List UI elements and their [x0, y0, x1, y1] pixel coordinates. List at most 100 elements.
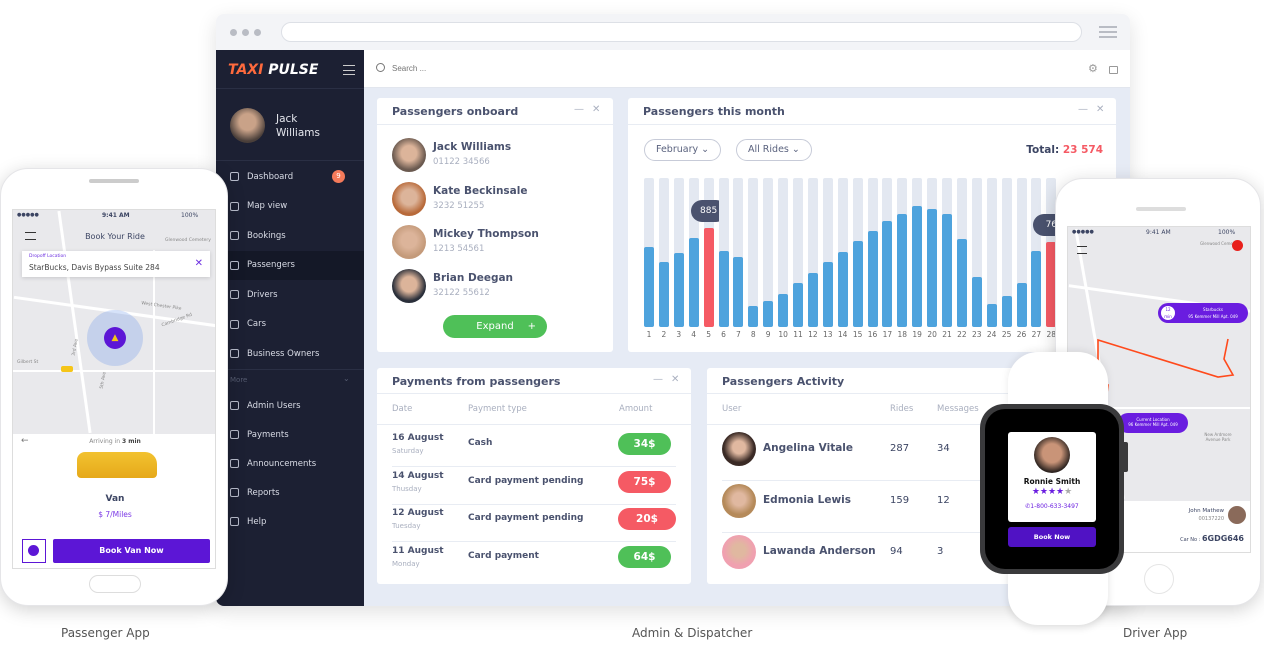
avatar[interactable]	[230, 108, 265, 143]
bar-day-18[interactable]	[897, 213, 908, 327]
bar-day-21[interactable]	[942, 213, 952, 327]
bar-day-24[interactable]	[986, 304, 997, 327]
sidebar-item-payments[interactable]: Payments	[216, 420, 364, 449]
menu-icon[interactable]	[1077, 246, 1087, 254]
address-bar[interactable]	[281, 22, 1082, 42]
column-header: Messages	[937, 404, 979, 414]
bar-day-16[interactable]	[867, 230, 878, 327]
sos-icon[interactable]	[1232, 240, 1243, 251]
street-label: 5th Ave	[99, 371, 108, 390]
bar-day-26[interactable]	[1016, 282, 1027, 327]
sidebar-item-business-owners[interactable]: Business Owners	[216, 339, 364, 368]
bar-day-20[interactable]	[927, 209, 938, 327]
bar-day-11[interactable]	[793, 282, 803, 327]
car-type: Van	[105, 494, 125, 504]
bar-day-17[interactable]	[882, 221, 893, 327]
dropoff-input[interactable]: Dropoff Location StarBucks, Davis Bypass…	[22, 251, 210, 277]
passenger-item[interactable]: Kate Beckinsale 3232 51255	[392, 181, 602, 218]
nav-icon	[230, 172, 239, 181]
panel-title: Passengers onboard	[392, 105, 519, 118]
bar-day-3[interactable]	[673, 252, 684, 327]
window-dot	[254, 29, 261, 36]
notification-badge: 9	[332, 170, 345, 183]
arrival-time: Arriving in 3 min	[89, 438, 141, 445]
search-input[interactable]	[392, 59, 692, 77]
caption-driver-app: Driver App	[1123, 626, 1188, 640]
sidebar-item-bookings[interactable]: Bookings	[216, 221, 364, 250]
battery: 100%	[181, 212, 199, 219]
minimize-icon[interactable]: —	[653, 374, 663, 385]
bar-day-10[interactable]	[778, 293, 789, 327]
current-location-bubble: Current Location 96 Kemmer Mill Apt. 049	[1118, 413, 1188, 433]
amount-badge: 64$	[618, 545, 671, 568]
avatar	[722, 432, 756, 466]
menu-toggle-icon[interactable]	[343, 65, 355, 75]
sidebar-item-map-view[interactable]: Map view	[216, 192, 364, 221]
driver-avatar	[1228, 506, 1246, 524]
bar-day-1[interactable]	[644, 247, 654, 327]
passenger-item[interactable]: Jack Williams 01122 34566	[392, 138, 602, 174]
sidebar-item-help[interactable]: Help	[216, 507, 364, 536]
expand-button[interactable]: Expand +	[443, 315, 547, 338]
bar-day-25[interactable]	[1001, 295, 1012, 327]
book-van-button[interactable]: Book Van Now	[53, 539, 210, 563]
bar-day-7[interactable]	[733, 256, 744, 327]
map[interactable]: ▲ Cambridge Rd West Chester Pike Gilbert…	[13, 210, 215, 434]
user-name: Jack Williams	[276, 113, 320, 139]
sidebar-item-drivers[interactable]: Drivers	[216, 280, 364, 309]
lock-icon[interactable]	[1109, 66, 1118, 74]
bar-day-6[interactable]	[718, 250, 729, 327]
caption-admin: Admin & Dispatcher	[632, 626, 753, 640]
close-icon[interactable]: ✕	[671, 374, 679, 385]
bar-day-9[interactable]	[763, 300, 774, 327]
bar-day-19[interactable]	[912, 205, 923, 327]
payment-row[interactable]: 11 August Monday Card payment 64$	[377, 543, 691, 580]
book-now-button[interactable]: Book Now	[1008, 527, 1096, 547]
column-header: Date	[392, 404, 413, 414]
passenger-app-phone: ▲ Cambridge Rd West Chester Pike Gilbert…	[0, 168, 228, 606]
chevron-down-icon[interactable]: ⌄	[343, 374, 350, 383]
driver-id: 00137220	[1198, 516, 1224, 522]
smartwatch: Ronnie Smith ★★★★★ ✆1-800-633-3497 Book …	[980, 404, 1128, 574]
sidebar-item-cars[interactable]: Cars	[216, 310, 364, 339]
sidebar-item-reports[interactable]: Reports	[216, 478, 364, 507]
sidebar-item-passengers[interactable]: Passengers	[216, 250, 364, 280]
minimize-icon[interactable]: —	[574, 104, 584, 115]
schedule-button[interactable]	[22, 539, 46, 563]
close-icon[interactable]: ✕	[592, 104, 600, 115]
payment-row[interactable]: 12 August Tuesday Card payment pending 20$	[377, 505, 691, 542]
bar-day-22[interactable]	[956, 238, 967, 327]
sidebar-item-admin-users[interactable]: Admin Users	[216, 391, 364, 420]
nav-icon	[230, 290, 239, 299]
passenger-item[interactable]: Mickey Thompson 1213 54561	[392, 225, 602, 261]
clear-icon[interactable]: ✕	[195, 258, 203, 269]
bar-day-14[interactable]	[837, 252, 848, 327]
sidebar-item-announcements[interactable]: Announcements	[216, 449, 364, 478]
sidebar-item-dashboard[interactable]: Dashboard 9	[216, 162, 364, 191]
bar-day-27[interactable]	[1031, 250, 1042, 327]
street-label: Gilbert St	[17, 360, 39, 365]
payment-row[interactable]: 16 August Saturday Cash 34$	[377, 430, 691, 467]
taxi-car-image	[77, 452, 157, 478]
logo: TAXI PULSE	[228, 62, 319, 78]
nav-icon	[230, 231, 239, 240]
bar-day-8[interactable]	[748, 305, 759, 327]
phone-number[interactable]: ✆1-800-633-3497	[1008, 503, 1096, 510]
passenger-item[interactable]: Brian Deegan 32122 55612	[392, 268, 602, 305]
column-header: Rides	[890, 404, 914, 414]
bar-day-23[interactable]	[971, 277, 982, 327]
home-button	[1144, 564, 1174, 594]
bar-day-5[interactable]	[703, 227, 714, 327]
bar-day-12[interactable]	[807, 273, 818, 327]
bar-day-15[interactable]	[852, 241, 863, 327]
bar-day-4[interactable]	[688, 238, 699, 327]
payment-row[interactable]: 14 August Thusday Card payment pending 75$	[377, 468, 691, 505]
driver-avatar	[1034, 437, 1070, 473]
bar-day-13[interactable]	[822, 262, 833, 327]
taxi-icon	[61, 366, 73, 372]
bar-day-2[interactable]	[658, 262, 669, 327]
avatar	[392, 138, 426, 172]
gear-icon[interactable]: ⚙	[1088, 62, 1098, 75]
digital-crown	[1122, 442, 1128, 472]
hamburger-icon[interactable]	[1099, 26, 1117, 38]
